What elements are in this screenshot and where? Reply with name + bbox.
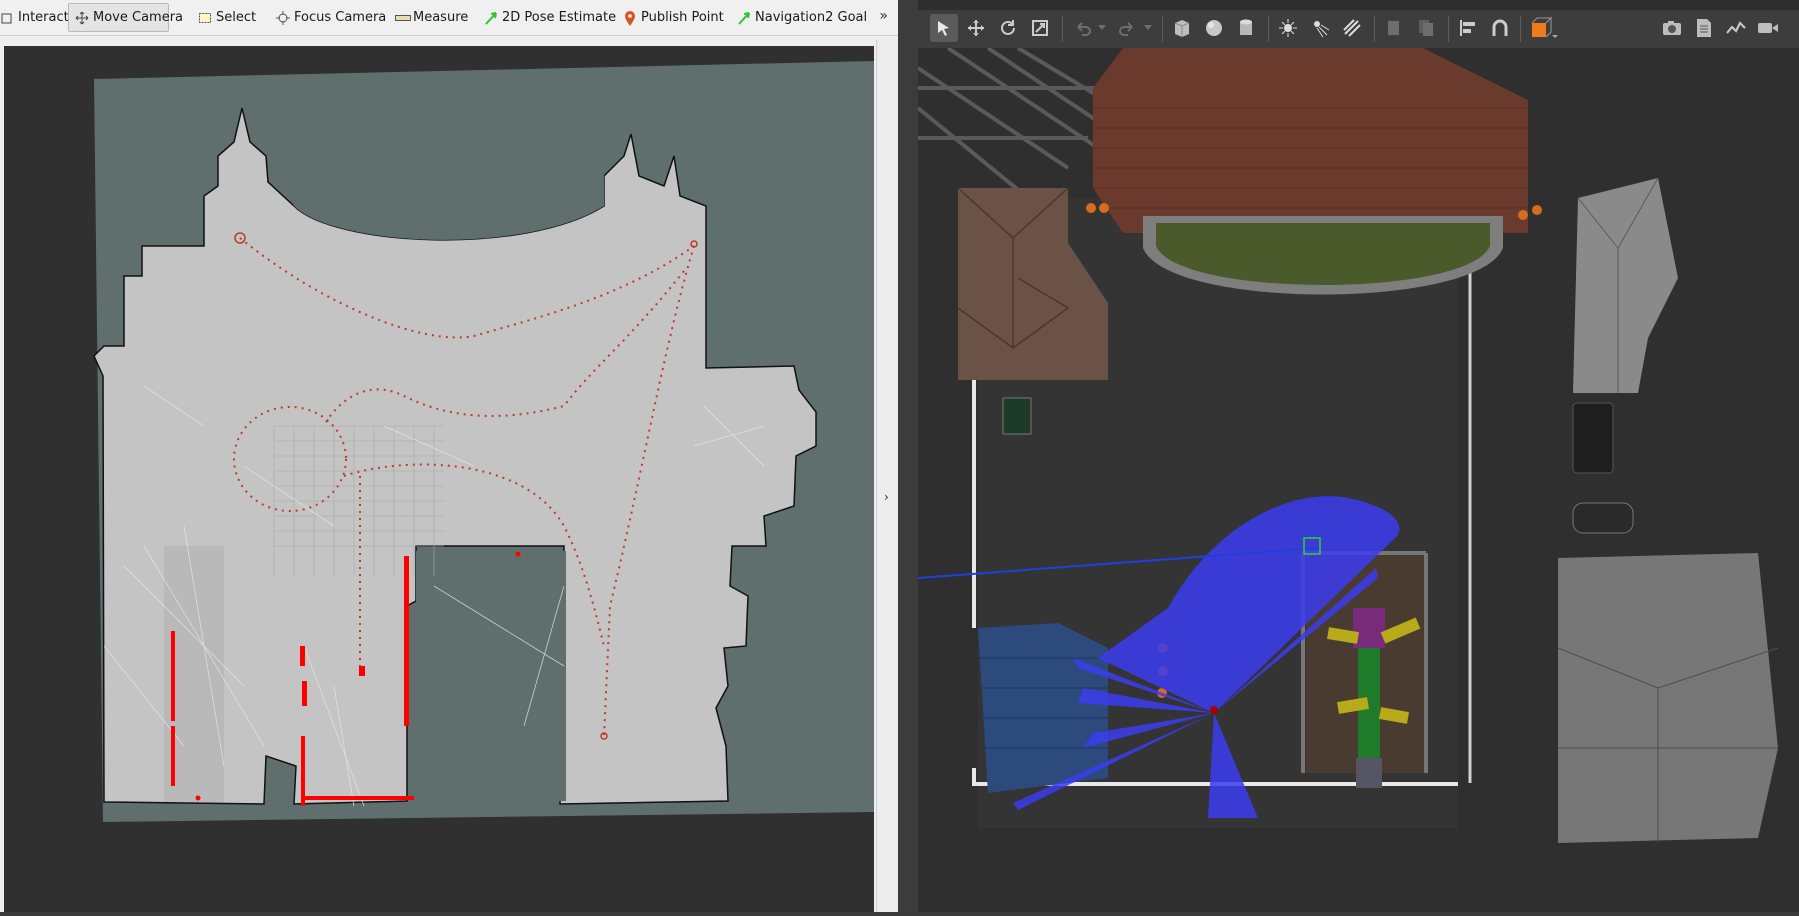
window-splitter[interactable] <box>898 0 918 912</box>
focus-camera-icon <box>276 10 290 25</box>
directional-light-icon[interactable] <box>1338 14 1366 42</box>
copy-icon[interactable] <box>1380 14 1408 42</box>
pose-estimate-tool[interactable]: 2D Pose Estimate <box>478 3 622 32</box>
redo-icon[interactable] <box>1114 14 1142 42</box>
publish-point-tool-label: Publish Point <box>641 10 724 25</box>
sphere-icon[interactable] <box>1200 14 1228 42</box>
cursor-icon <box>0 11 14 25</box>
measure-tool-label: Measure <box>413 10 469 25</box>
view-angle-icon[interactable] <box>1526 14 1560 42</box>
align-icon[interactable] <box>1454 14 1482 42</box>
navigation-goal-tool-label: Navigation2 Goal <box>755 10 868 25</box>
interact-tool-label: Interact <box>18 10 69 25</box>
spot-light-icon[interactable] <box>1306 14 1334 42</box>
green-arrow-icon <box>484 11 498 25</box>
interact-tool[interactable]: Interact <box>0 3 69 32</box>
select-arrow-icon[interactable] <box>930 14 958 42</box>
gazebo-panel <box>918 0 1799 912</box>
snap-icon[interactable] <box>1486 14 1514 42</box>
green-arrow-icon <box>737 11 751 25</box>
log-icon[interactable] <box>1690 14 1718 42</box>
box-icon[interactable] <box>1168 14 1196 42</box>
pose-estimate-tool-label: 2D Pose Estimate <box>502 10 617 25</box>
redo-dropdown-icon[interactable] <box>1140 14 1156 42</box>
video-record-icon[interactable] <box>1754 14 1782 42</box>
occupancy-map <box>93 61 874 822</box>
gazebo-toolbar <box>918 10 1799 49</box>
cylinder-icon[interactable] <box>1232 14 1260 42</box>
focus-camera-tool[interactable]: Focus Camera <box>270 3 392 32</box>
navigation-goal-tool[interactable]: Navigation2 Goal <box>731 3 873 32</box>
toolbar-overflow-button[interactable]: » <box>879 8 888 24</box>
select-tool-label: Select <box>216 10 257 25</box>
select-icon <box>198 11 212 25</box>
rotate-icon[interactable] <box>994 14 1022 42</box>
measure-tool[interactable]: Measure <box>389 3 474 32</box>
move-camera-icon <box>75 11 89 25</box>
paste-icon[interactable] <box>1412 14 1440 42</box>
screenshot-icon[interactable] <box>1658 14 1686 42</box>
point-light-icon[interactable] <box>1274 14 1302 42</box>
rviz-render-view[interactable] <box>4 46 874 912</box>
rviz-panel: Interact Move Camera Select Focus Camera… <box>0 0 899 912</box>
move-camera-tool[interactable]: Move Camera <box>68 3 183 32</box>
rviz-toolbar: Interact Move Camera Select Focus Camera… <box>0 0 898 36</box>
publish-point-tool[interactable]: Publish Point <box>617 3 730 32</box>
focus-camera-tool-label: Focus Camera <box>294 10 387 25</box>
map-pin-icon <box>623 10 637 26</box>
translate-icon[interactable] <box>962 14 990 42</box>
collapse-panel-button[interactable]: › <box>884 490 896 506</box>
undo-icon[interactable] <box>1068 14 1096 42</box>
undo-dropdown-icon[interactable] <box>1094 14 1110 42</box>
move-camera-tool-label: Move Camera <box>93 10 184 25</box>
select-tool[interactable]: Select <box>192 3 262 32</box>
rviz-side-panel-edge <box>876 40 899 912</box>
ruler-icon <box>395 11 411 25</box>
gazebo-render-view[interactable] <box>918 48 1799 912</box>
scale-icon[interactable] <box>1026 14 1054 42</box>
gazebo-scene <box>918 48 1799 912</box>
plot-icon[interactable] <box>1722 14 1750 42</box>
